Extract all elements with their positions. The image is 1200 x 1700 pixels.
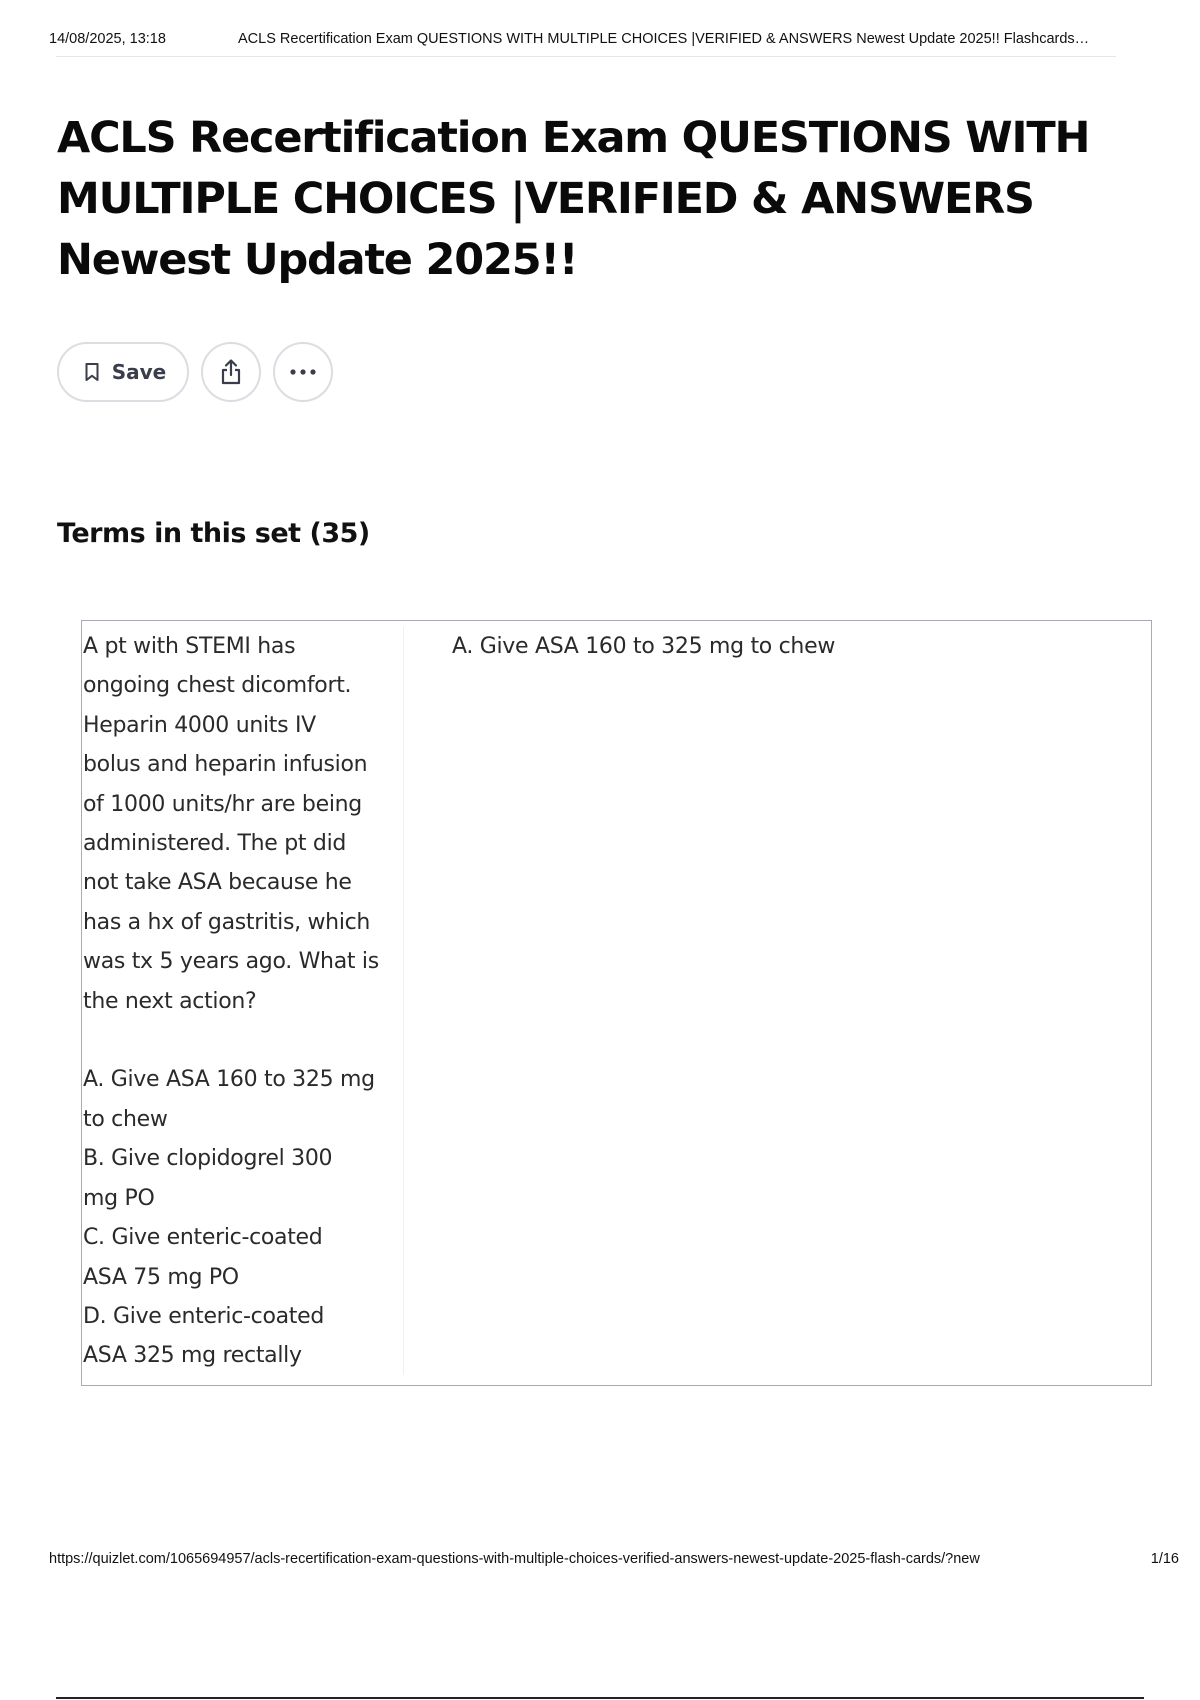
share-icon [218, 358, 244, 386]
page-number: 1/16 [1150, 1551, 1179, 1567]
share-button[interactable] [201, 342, 261, 402]
print-header: 14/08/2025, 13:18 ACLS Recertification E… [49, 28, 1182, 52]
terms-section-heading: Terms in this set (35) [57, 518, 370, 549]
term-text: A pt with STEMI has ongoing chest dicomf… [83, 627, 404, 1375]
term-card: A pt with STEMI has ongoing chest dicomf… [81, 620, 1152, 1386]
more-options-button[interactable] [273, 342, 333, 402]
print-url: https://quizlet.com/1065694957/acls-rece… [49, 1551, 980, 1567]
print-date: 14/08/2025, 13:18 [49, 31, 166, 47]
page-bottom-divider [56, 1697, 1144, 1699]
bookmark-icon [84, 362, 100, 382]
print-footer: https://quizlet.com/1065694957/acls-rece… [49, 1551, 1182, 1573]
more-options-icon [289, 368, 317, 376]
print-document-title: ACLS Recertification Exam QUESTIONS WITH… [238, 31, 1090, 47]
header-divider [56, 56, 1116, 57]
save-button[interactable]: Save [57, 342, 189, 402]
save-button-label: Save [111, 360, 167, 384]
page-title: ACLS Recertification Exam QUESTIONS WITH… [57, 113, 1090, 285]
definition-text: A. Give ASA 160 to 325 mg to chew [452, 634, 836, 659]
